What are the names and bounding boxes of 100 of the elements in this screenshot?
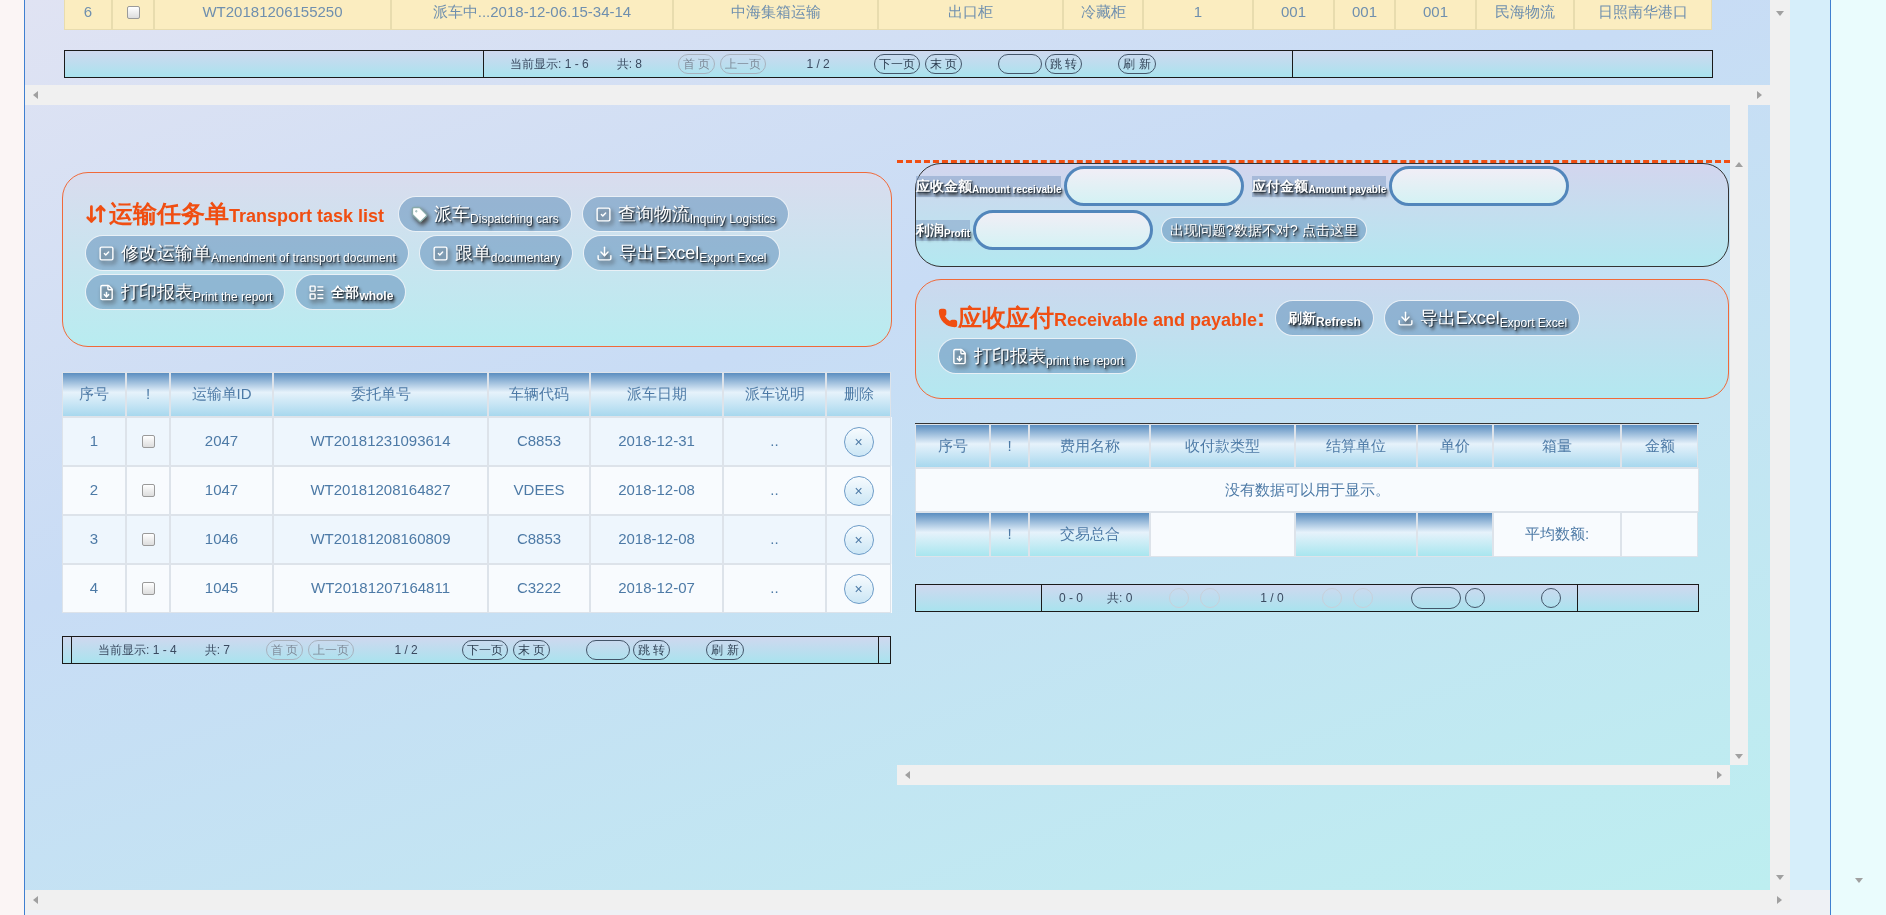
column-header: 车辆代码 xyxy=(488,372,590,417)
column-header: 运输单ID xyxy=(170,372,273,417)
table-cell: 001 xyxy=(1334,0,1395,30)
total-count: 共: 7 xyxy=(204,642,231,659)
footer-cell: ! xyxy=(990,512,1029,557)
action-button[interactable]: 导出Excel$_{Export Excel}$ xyxy=(1383,300,1581,336)
table-cell: 001 xyxy=(1253,0,1334,30)
table-cell: 2018-12-07 xyxy=(590,564,723,613)
checkbox[interactable] xyxy=(141,435,155,448)
table-cell: WT20181208164827 xyxy=(273,466,488,515)
action-button[interactable]: 刷新$_{Refresh}$ xyxy=(1275,300,1374,336)
help-button[interactable]: 出现问题?数据不对? 点击这里 xyxy=(1161,217,1367,243)
page-input[interactable] xyxy=(998,54,1043,74)
table-cell: 6 xyxy=(64,0,112,30)
scroll-arrow-icon[interactable] xyxy=(1853,875,1864,885)
scroll-arrow-icon[interactable] xyxy=(31,90,41,100)
panel-title: 应收应付Receivable and payable: xyxy=(958,303,1266,333)
scroll-arrow-icon[interactable] xyxy=(1775,8,1785,18)
display-range: 当前显示: 1 - 4 xyxy=(98,642,177,659)
table-cell: VDEES xyxy=(488,466,590,515)
checkbox-icon xyxy=(431,244,449,262)
checkbox[interactable] xyxy=(141,484,155,497)
file-download-icon xyxy=(951,347,968,365)
amount-field[interactable] xyxy=(973,210,1154,250)
tag-icon xyxy=(411,205,429,223)
table-cell: 1 xyxy=(1143,0,1253,30)
total-count: 共: 0 xyxy=(1107,590,1133,607)
action-button[interactable]: 跟单$_{documentary}$ xyxy=(418,235,574,271)
checkbox-icon xyxy=(594,205,612,223)
table-cell: C8853 xyxy=(488,515,590,564)
table-cell: 1045 xyxy=(170,564,273,613)
table-cell: 4 xyxy=(62,564,126,613)
scroll-arrow-icon[interactable] xyxy=(1734,160,1744,170)
delete-button[interactable]: × xyxy=(843,426,874,457)
table-cell: .. xyxy=(723,417,826,466)
table-cell: 2018-12-31 xyxy=(590,417,723,466)
footer-cell: 交易总合 xyxy=(1029,512,1150,557)
column-header: ! xyxy=(990,424,1029,468)
page-indicator: 1 / 0 xyxy=(1260,590,1284,607)
page-indicator: 1 / 2 xyxy=(394,642,418,659)
table-cell: 2018-12-08 xyxy=(590,466,723,515)
table-cell: 3 xyxy=(62,515,126,564)
table-cell: WT20181231093614 xyxy=(273,417,488,466)
column-header: 结算单位 xyxy=(1295,424,1417,468)
checkbox-icon xyxy=(98,244,115,262)
column-header: 序号 xyxy=(915,424,990,468)
action-button[interactable]: 查询物流$_{Inquiry Logistics}$ xyxy=(581,196,789,232)
footer-cell: 平均数额: xyxy=(1493,512,1621,557)
table-cell: .. xyxy=(723,515,826,564)
action-button[interactable]: 派车$_{Dispatching cars}$ xyxy=(398,196,572,232)
table-cell: WT20181208160809 xyxy=(273,515,488,564)
empty-message: 没有数据可以用于显示。 xyxy=(915,468,1699,512)
table-cell: 2 xyxy=(62,466,126,515)
column-header: 金额 xyxy=(1621,424,1698,468)
table-cell: C8853 xyxy=(488,417,590,466)
column-header: 单价 xyxy=(1417,424,1493,468)
table-cell: 日照南华港口 xyxy=(1574,0,1712,30)
display-range: 0 - 0 xyxy=(1059,590,1083,607)
table-cell: WT20181207164811 xyxy=(273,564,488,613)
panel-title: 运输任务单Transport task list xyxy=(109,199,385,229)
amount-field[interactable] xyxy=(1064,166,1245,206)
action-button[interactable]: 导出Excel$_{Export Excel}$ xyxy=(583,235,780,271)
table-cell: 001 xyxy=(1395,0,1476,30)
checkbox[interactable] xyxy=(126,5,140,19)
table-cell: C3222 xyxy=(488,564,590,613)
column-header: 删除 xyxy=(826,372,891,417)
swap-icon xyxy=(85,203,107,225)
scroll-arrow-icon[interactable] xyxy=(903,770,913,780)
phone-icon xyxy=(938,308,958,328)
download-icon xyxy=(1396,309,1414,327)
amount-field[interactable] xyxy=(1389,166,1570,206)
page-indicator: 1 / 2 xyxy=(806,56,830,73)
table-cell: 1 xyxy=(62,417,126,466)
column-header: 序号 xyxy=(62,372,126,417)
column-header: 派车说明 xyxy=(723,372,826,417)
checkbox[interactable] xyxy=(141,582,155,595)
download-icon xyxy=(596,244,614,262)
list-icon xyxy=(308,283,326,301)
delete-button[interactable]: × xyxy=(843,573,874,604)
scroll-arrow-icon[interactable] xyxy=(31,895,41,905)
page-input[interactable] xyxy=(586,640,631,660)
checkbox[interactable] xyxy=(141,533,155,546)
table-cell: 派车中...2018-12-06.15-34-14 xyxy=(391,0,673,30)
table-cell: 1047 xyxy=(170,466,273,515)
column-header: 委托单号 xyxy=(273,372,488,417)
column-header: ! xyxy=(126,372,170,417)
total-count: 共: 8 xyxy=(616,56,643,73)
scroll-arrow-icon[interactable] xyxy=(1774,895,1784,905)
column-header: 费用名称 xyxy=(1029,424,1150,468)
table-cell: 冷藏柜 xyxy=(1063,0,1143,30)
delete-button[interactable]: × xyxy=(843,524,874,555)
table-cell: 2018-12-08 xyxy=(590,515,723,564)
table-cell: 中海集箱运输 xyxy=(673,0,878,30)
scroll-arrow-icon[interactable] xyxy=(1775,872,1785,882)
delete-button[interactable]: × xyxy=(843,475,874,506)
action-button[interactable]: 全部$_{whole}$ xyxy=(295,274,407,310)
table-cell: 出口柜 xyxy=(878,0,1063,30)
page-input[interactable] xyxy=(1410,587,1461,609)
scroll-arrow-icon[interactable] xyxy=(1754,90,1764,100)
table-cell: WT20181206155250 xyxy=(154,0,391,30)
